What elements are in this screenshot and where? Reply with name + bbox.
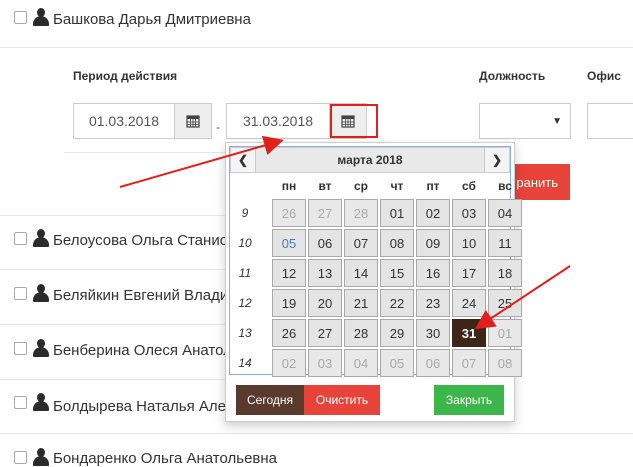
annotation-arrow <box>474 265 571 330</box>
annotation-arrow <box>119 135 284 188</box>
annotation-arrows <box>119 135 571 330</box>
